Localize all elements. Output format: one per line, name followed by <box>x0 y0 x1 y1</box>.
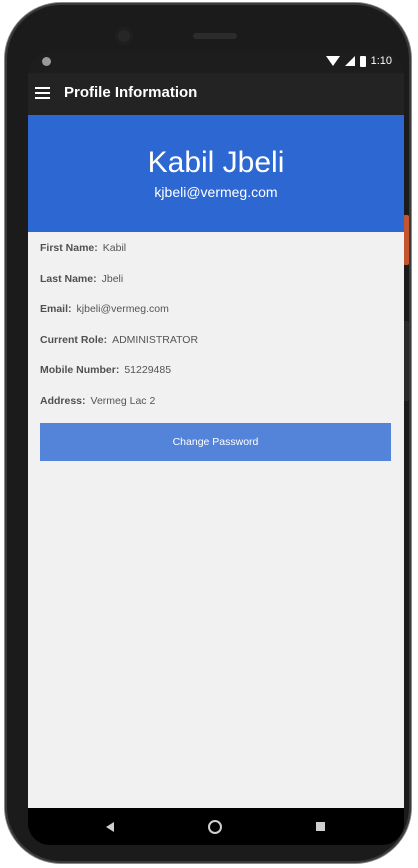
status-icons: 1:10 <box>325 55 392 67</box>
page-title: Profile Information <box>64 84 198 101</box>
status-bar: 1:10 <box>28 51 404 73</box>
info-row-current-role: Current Role: ADMINISTRATOR <box>40 325 392 356</box>
info-row-first-name: First Name: Kabil <box>40 233 392 264</box>
info-row-address: Address: Vermeg Lac 2 <box>40 386 392 417</box>
info-value: Kabil <box>102 242 127 255</box>
notification-dot-icon <box>42 57 51 66</box>
recents-icon[interactable] <box>316 822 325 831</box>
profile-header: Kabil Jbeli kjbeli@vermeg.com <box>28 115 404 232</box>
info-row-last-name: Last Name: Jbeli <box>40 264 392 295</box>
screen: 1:10 Profile Information Kabil Jbeli kjb… <box>28 51 404 845</box>
menu-icon[interactable] <box>35 87 50 99</box>
info-label: Last Name: <box>40 272 97 285</box>
earpiece-speaker <box>193 33 237 39</box>
system-nav-bar <box>28 808 404 845</box>
signal-icon <box>344 56 355 66</box>
front-camera-icon <box>115 27 133 45</box>
status-time: 1:10 <box>370 55 392 67</box>
info-label: Email: <box>40 303 72 316</box>
info-value: Jbeli <box>101 272 124 285</box>
change-password-button[interactable]: Change Password <box>40 423 391 461</box>
back-icon[interactable] <box>106 822 114 832</box>
info-value: kjbeli@vermeg.com <box>76 303 169 316</box>
profile-email: kjbeli@vermeg.com <box>154 184 278 200</box>
info-value: ADMINISTRATOR <box>112 333 199 346</box>
profile-name: Kabil Jbeli <box>147 146 285 179</box>
home-icon[interactable] <box>208 820 222 834</box>
app-bar: Profile Information <box>28 73 404 115</box>
profile-info-list: First Name: Kabil Last Name: Jbeli Email… <box>28 233 404 416</box>
info-row-mobile-number: Mobile Number: 51229485 <box>40 355 392 386</box>
info-label: First Name: <box>40 242 98 255</box>
main-content: Kabil Jbeli kjbeli@vermeg.com First Name… <box>28 115 404 808</box>
info-row-email: Email: kjbeli@vermeg.com <box>40 294 392 325</box>
info-label: Current Role: <box>40 333 108 346</box>
wifi-icon <box>325 56 340 66</box>
info-value: 51229485 <box>124 364 172 377</box>
battery-icon <box>359 55 366 67</box>
info-value: Vermeg Lac 2 <box>90 394 156 407</box>
info-label: Mobile Number: <box>40 364 120 377</box>
phone-frame: 1:10 Profile Information Kabil Jbeli kjb… <box>5 3 411 863</box>
info-label: Address: <box>40 394 86 407</box>
